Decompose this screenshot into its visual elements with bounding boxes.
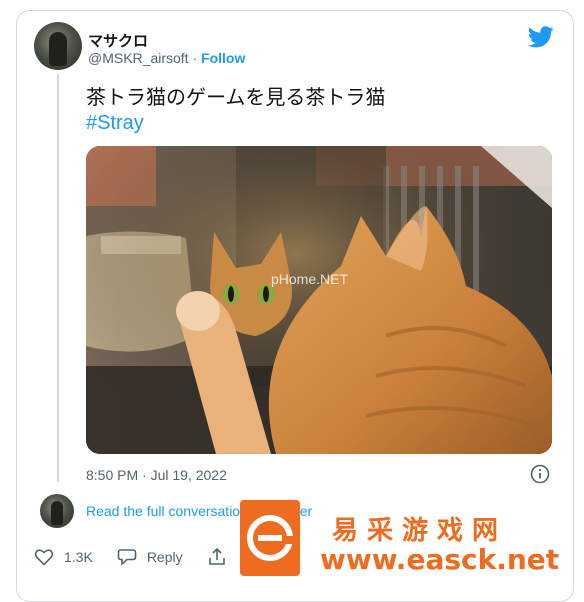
tweet-text-block: 茶トラ猫のゲームを見る茶トラ猫 #Stray xyxy=(86,86,385,136)
share-button[interactable] xyxy=(207,547,237,567)
author-handle-row: @MSKR_airsoft · Follow xyxy=(88,50,245,66)
like-button[interactable]: 1.3K xyxy=(34,548,93,566)
heart-icon xyxy=(34,549,54,566)
watermark-url: www.easck.net xyxy=(320,543,560,576)
author-handle[interactable]: @MSKR_airsoft xyxy=(88,50,189,66)
reply-icon xyxy=(117,549,137,566)
author-avatar[interactable] xyxy=(34,22,82,70)
like-count: 1.3K xyxy=(64,549,93,565)
avatar-figure xyxy=(51,501,63,525)
tweet-timestamp[interactable]: 8:50 PM · Jul 19, 2022 xyxy=(86,467,227,483)
author-name[interactable]: マサクロ xyxy=(88,30,148,51)
reply-label: Reply xyxy=(146,549,183,565)
tweet-text: 茶トラ猫のゲームを見る茶トラ猫 xyxy=(86,87,386,109)
tweet-actions: 1.3K Reply xyxy=(34,545,261,569)
media-watermark-text: pHome.NET xyxy=(271,271,348,287)
reply-button[interactable]: Reply xyxy=(117,548,183,566)
twitter-bird-icon[interactable] xyxy=(528,26,554,48)
avatar-figure xyxy=(49,32,67,66)
share-icon xyxy=(208,547,225,565)
follow-button[interactable]: Follow xyxy=(201,50,245,66)
hashtag-link[interactable]: #Stray xyxy=(86,111,385,136)
e-logo-icon xyxy=(247,515,294,561)
separator: · xyxy=(192,50,198,66)
watermark-title: 易采游戏网 xyxy=(332,516,508,546)
info-icon[interactable] xyxy=(530,464,550,484)
cat-mirror-illustration: pHome.NET xyxy=(86,146,552,454)
conversation-avatar xyxy=(40,494,74,528)
thread-line xyxy=(57,74,59,482)
tweet-media-image[interactable]: pHome.NET xyxy=(86,146,552,454)
watermark-logo xyxy=(240,500,300,576)
site-watermark: 易采游戏网 www.easck.net xyxy=(240,500,584,576)
